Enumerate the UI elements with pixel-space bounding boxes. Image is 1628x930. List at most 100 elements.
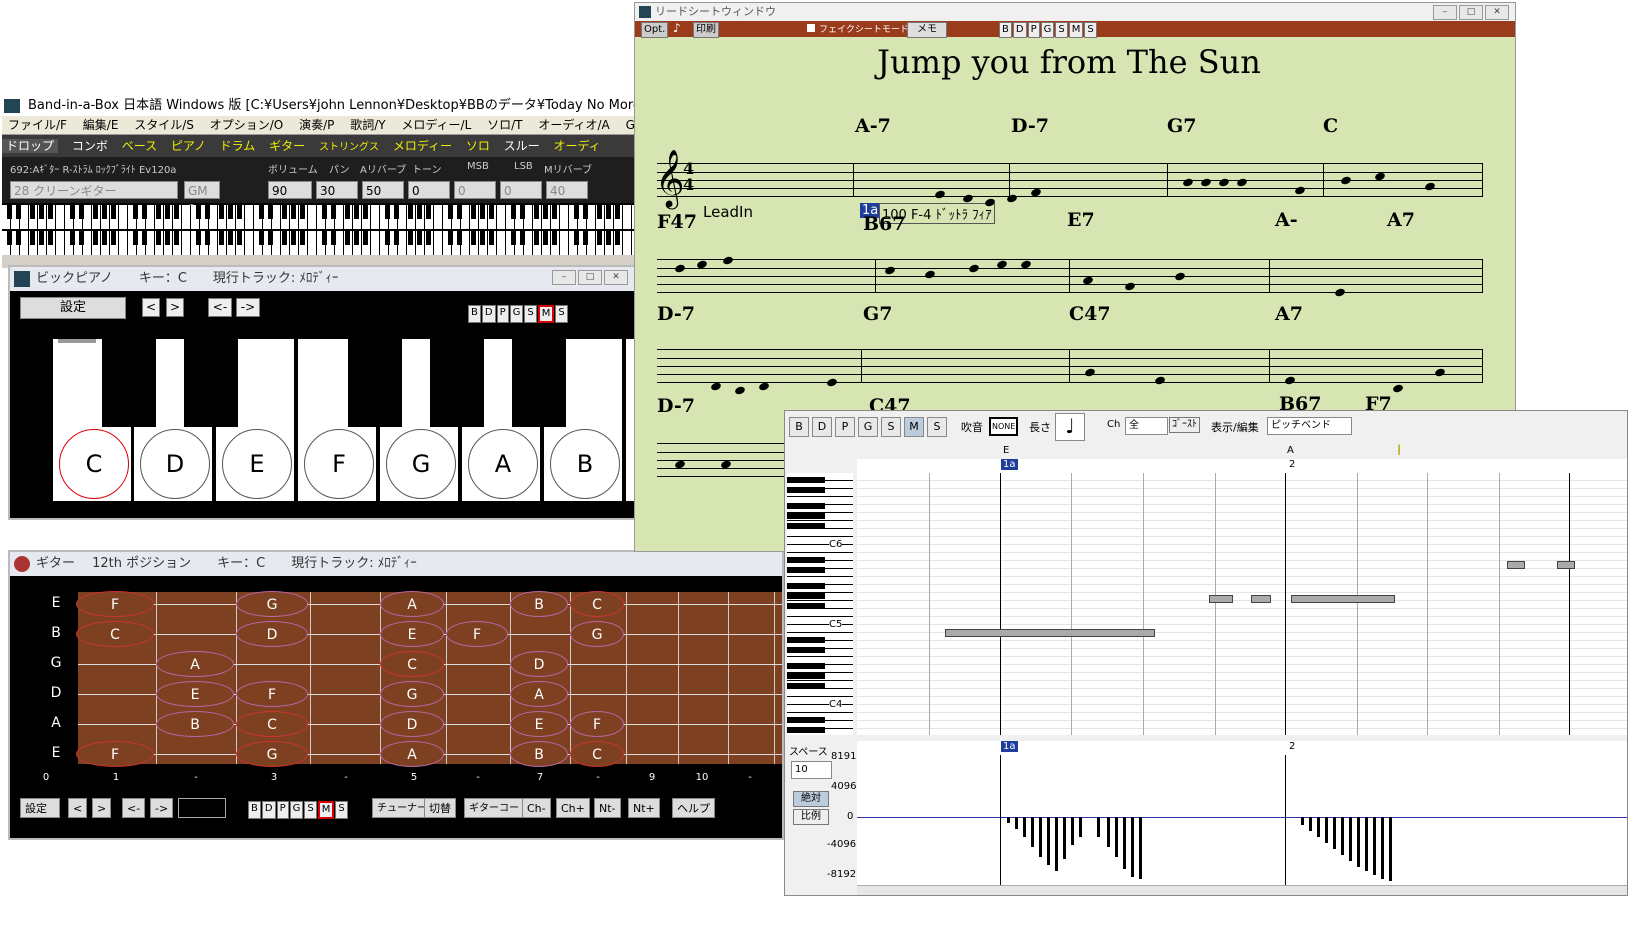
menu-solo[interactable]: ソロ/T bbox=[487, 118, 522, 132]
track-btn-p[interactable]: P bbox=[276, 801, 289, 819]
relative-button[interactable]: 比例 bbox=[793, 809, 829, 825]
midi-note[interactable] bbox=[1251, 595, 1271, 603]
track-btn-b[interactable]: B bbox=[248, 801, 261, 819]
track-btn-s2[interactable]: S bbox=[1084, 22, 1097, 38]
menu-options[interactable]: オプション/O bbox=[210, 118, 284, 132]
msb-spinner[interactable]: 0 bbox=[454, 181, 496, 199]
volume-spinner[interactable]: 90 bbox=[268, 181, 312, 199]
track-btn-d[interactable]: D bbox=[481, 305, 496, 323]
track-btn-g[interactable]: G bbox=[289, 801, 304, 819]
fret-note[interactable]: A bbox=[510, 681, 568, 707]
note-icon[interactable]: ♪ bbox=[673, 21, 681, 35]
fret-note[interactable]: C bbox=[380, 651, 444, 677]
staff-line-4[interactable] bbox=[657, 443, 787, 477]
keyboard-row-top[interactable] bbox=[2, 205, 662, 229]
fret-note[interactable]: C bbox=[570, 741, 624, 767]
timeline-ruler[interactable] bbox=[857, 459, 1627, 474]
roll-track-p[interactable]: P bbox=[835, 417, 855, 437]
track-btn-p[interactable]: P bbox=[496, 305, 509, 323]
pitchbend-event[interactable] bbox=[1015, 817, 1018, 829]
fret-note[interactable]: F bbox=[76, 741, 154, 767]
piano-back-button[interactable]: <- bbox=[208, 298, 232, 317]
quarter-note-icon[interactable]: ♩ bbox=[1055, 413, 1085, 441]
horizontal-scrollbar[interactable] bbox=[857, 885, 1627, 895]
pitchbend-event[interactable] bbox=[1079, 817, 1082, 837]
fret-note[interactable]: A bbox=[380, 591, 444, 617]
fret-note[interactable]: G bbox=[236, 591, 308, 617]
view-select[interactable]: ピッチベンド bbox=[1267, 417, 1352, 435]
track-bass[interactable]: ベース bbox=[122, 139, 157, 153]
pitchbend-event[interactable] bbox=[1139, 817, 1142, 879]
fret-note[interactable]: E bbox=[156, 681, 234, 707]
close-icon[interactable]: ✕ bbox=[604, 270, 628, 285]
track-solo[interactable]: ソロ bbox=[466, 139, 490, 153]
track-audio[interactable]: オーディ bbox=[554, 139, 601, 153]
tuner-button[interactable]: チューナー bbox=[372, 798, 432, 818]
track-btn-p[interactable]: P bbox=[1027, 22, 1040, 38]
menu-style[interactable]: スタイル/S bbox=[134, 118, 194, 132]
staff-line-1[interactable] bbox=[657, 163, 1483, 197]
guitar-prev-button[interactable]: < bbox=[68, 798, 88, 818]
guitar-settings-button[interactable]: 設定 bbox=[20, 798, 60, 818]
space-spinner[interactable]: 10 bbox=[791, 761, 832, 779]
fret-note[interactable]: A bbox=[156, 651, 234, 677]
pitchbend-event[interactable] bbox=[1107, 817, 1110, 847]
roll-track-s[interactable]: S bbox=[881, 417, 901, 437]
pitchbend-event[interactable] bbox=[1309, 817, 1312, 831]
fret-note[interactable]: F bbox=[236, 681, 308, 707]
track-btn-m[interactable]: M bbox=[1068, 22, 1084, 38]
piano-prev-button[interactable]: < bbox=[142, 298, 160, 317]
piano-next-button[interactable]: > bbox=[166, 298, 184, 317]
track-btn-b[interactable]: B bbox=[999, 22, 1012, 38]
piano-key-f-sharp[interactable] bbox=[348, 339, 402, 427]
pitchbend-event[interactable] bbox=[1023, 817, 1026, 837]
roll-track-m[interactable]: M bbox=[904, 417, 924, 437]
pitchbend-event[interactable] bbox=[1031, 817, 1034, 847]
lsb-spinner[interactable]: 0 bbox=[500, 181, 542, 199]
fret-note[interactable]: B bbox=[156, 711, 234, 737]
keyboard-row-bottom[interactable] bbox=[2, 231, 662, 255]
help-button[interactable]: ヘルプ bbox=[672, 798, 715, 818]
pitchbend-event[interactable] bbox=[1341, 817, 1344, 855]
pitchbend-event[interactable] bbox=[1325, 817, 1328, 843]
reverb-spinner[interactable]: 50 bbox=[362, 181, 404, 199]
pitchbend-event[interactable] bbox=[1349, 817, 1352, 861]
switch-button[interactable]: 切替 bbox=[424, 798, 456, 818]
piano-key-c-sharp[interactable] bbox=[102, 339, 156, 427]
fret-note[interactable]: D bbox=[380, 711, 444, 737]
track-btn-b[interactable]: B bbox=[468, 305, 481, 323]
roll-track-g[interactable]: G bbox=[858, 417, 878, 437]
maximize-icon[interactable]: □ bbox=[1459, 5, 1483, 20]
track-btn-m[interactable]: M bbox=[317, 801, 335, 819]
fret-note[interactable]: C bbox=[76, 621, 154, 647]
track-strings[interactable]: ストリングス bbox=[319, 142, 379, 153]
fret-note[interactable]: F bbox=[570, 711, 624, 737]
ch-minus-button[interactable]: Ch- bbox=[522, 798, 551, 818]
fret-note[interactable]: G bbox=[380, 681, 444, 707]
pitchbend-event[interactable] bbox=[1301, 817, 1304, 825]
print-button[interactable]: 印刷 bbox=[693, 22, 719, 38]
track-btn-d[interactable]: D bbox=[261, 801, 276, 819]
minimize-icon[interactable]: – bbox=[1433, 5, 1457, 20]
pitchbend-area[interactable] bbox=[857, 755, 1627, 885]
midi-note[interactable] bbox=[1291, 595, 1395, 603]
piano-key-a-sharp[interactable] bbox=[512, 339, 566, 427]
fret-note[interactable]: D bbox=[236, 621, 308, 647]
pitchbend-event[interactable] bbox=[1115, 817, 1118, 857]
pitchbend-event[interactable] bbox=[1097, 817, 1100, 837]
menu-edit[interactable]: 編集/E bbox=[83, 118, 119, 132]
close-icon[interactable]: ✕ bbox=[1485, 5, 1509, 20]
track-btn-s2[interactable]: S bbox=[555, 305, 568, 323]
pitchbend-event[interactable] bbox=[1063, 817, 1066, 859]
pitchbend-event[interactable] bbox=[1381, 817, 1384, 879]
piano-forward-button[interactable]: -> bbox=[236, 298, 260, 317]
midi-note[interactable] bbox=[1557, 561, 1575, 569]
absolute-button[interactable]: 絶対 bbox=[793, 791, 829, 807]
note-grid[interactable] bbox=[857, 473, 1627, 735]
track-btn-d[interactable]: D bbox=[1012, 22, 1027, 38]
fake-mode-checkbox[interactable] bbox=[807, 24, 815, 32]
pitchbend-event[interactable] bbox=[1071, 817, 1074, 845]
staff-line-2[interactable] bbox=[657, 259, 1483, 293]
menu-melody[interactable]: メロディー/L bbox=[401, 118, 471, 132]
guitar-forward-button[interactable]: -> bbox=[150, 798, 174, 818]
